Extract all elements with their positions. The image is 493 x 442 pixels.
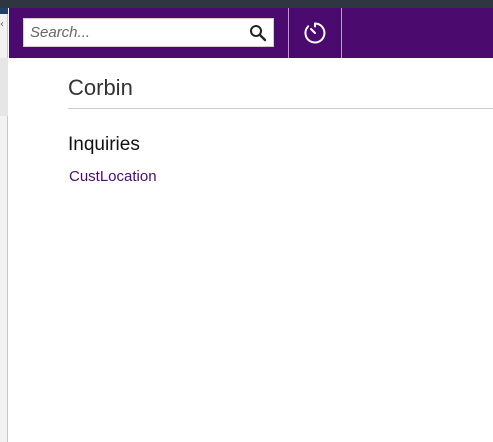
- header-divider: [341, 8, 342, 58]
- top-header: [9, 8, 493, 58]
- section-title-inquiries: Inquiries: [68, 134, 140, 155]
- collapse-icon[interactable]: ‹: [0, 20, 4, 30]
- window-title-bar: [0, 0, 493, 8]
- page-title: Corbin: [68, 75, 493, 109]
- link-custlocation[interactable]: CustLocation: [69, 168, 157, 185]
- search-box: [23, 18, 274, 47]
- sidebar-active-item[interactable]: [0, 58, 8, 116]
- timer-icon: [304, 22, 326, 44]
- sidebar-tab-indicator: [0, 8, 8, 14]
- main-content: Corbin Inquiries CustLocation: [68, 58, 493, 186]
- timer-button[interactable]: [289, 8, 341, 58]
- search-button[interactable]: [247, 22, 269, 44]
- search-input[interactable]: [30, 22, 240, 43]
- left-sidebar-strip[interactable]: ‹: [0, 8, 8, 442]
- search-icon: [250, 25, 267, 42]
